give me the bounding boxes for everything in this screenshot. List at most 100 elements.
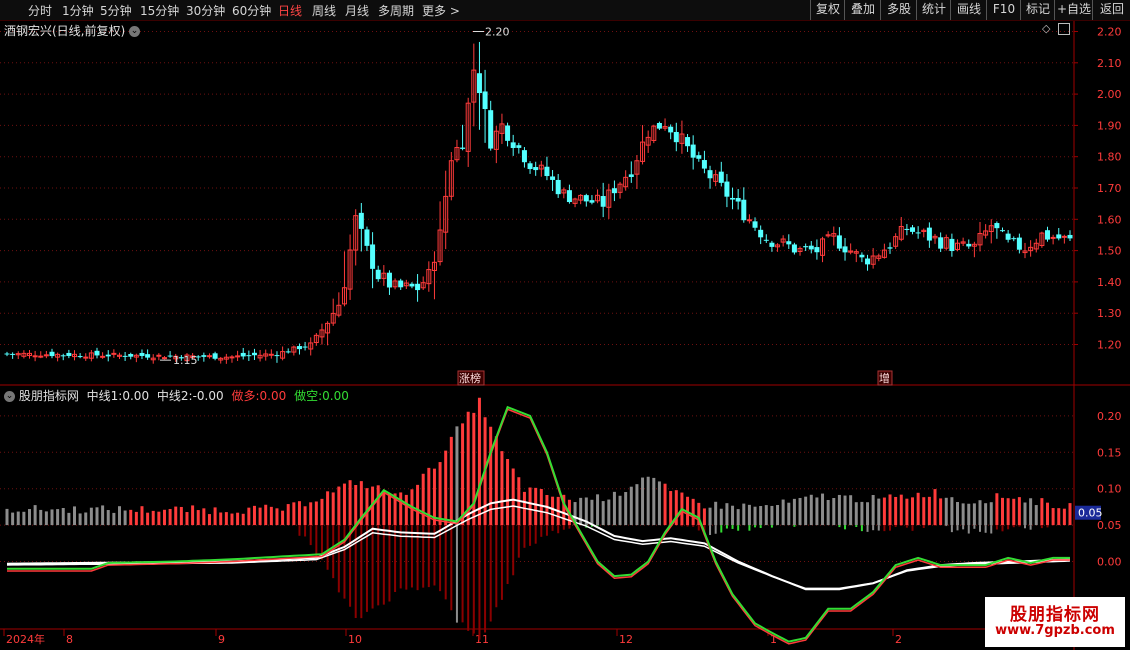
candle-body-down <box>296 346 302 350</box>
stock-title[interactable]: 酒钢宏兴(日线,前复权) ⌄ <box>4 22 141 39</box>
toolbar-button-4[interactable]: 画线 <box>950 0 987 20</box>
candle-body-down <box>550 176 556 180</box>
candle-body-down <box>741 199 747 221</box>
chevron-down-icon[interactable]: ⌄ <box>4 391 15 402</box>
toolbar-button-8[interactable]: 返回 <box>1092 0 1130 20</box>
watermark-url: www.7gpzb.com <box>995 623 1115 638</box>
candle-body-down <box>859 254 865 258</box>
candle-body-down <box>904 228 910 230</box>
candle-body-down <box>803 246 809 248</box>
period-tab-5[interactable]: 60分钟 <box>232 2 271 19</box>
candle-body-down <box>505 125 511 141</box>
indicator-tick-label: 0.05 <box>1097 519 1122 532</box>
candle-body-down <box>375 269 381 280</box>
candle-body-down <box>600 196 606 207</box>
min-price-label: 1.15 <box>173 354 198 367</box>
price-tick-label: 1.50 <box>1097 245 1122 258</box>
price-tick-label: 1.90 <box>1097 119 1122 132</box>
candle-body-down <box>566 190 572 203</box>
period-tab-10[interactable]: 更多 > <box>422 2 460 19</box>
candle-body-down <box>201 355 207 357</box>
stock-title-text: 酒钢宏兴(日线,前复权) <box>4 24 126 38</box>
price-tick-label: 2.10 <box>1097 57 1122 70</box>
candle-body-down <box>128 354 134 357</box>
mid1-value: 0.00 <box>122 389 150 403</box>
long-label: 做多: <box>231 389 260 403</box>
candle-body-down <box>966 243 972 247</box>
candle-body-down <box>302 346 308 348</box>
time-tick-label: 11 <box>475 633 489 646</box>
indicator-name[interactable]: 股朋指标网 <box>19 389 79 403</box>
candle-body-up <box>1061 235 1067 238</box>
toolbar-button-0[interactable]: 复权 <box>810 0 845 20</box>
candle-body-down <box>758 229 764 238</box>
toolbar-button-2[interactable]: 多股 <box>880 0 917 20</box>
candle-body-down <box>611 188 617 194</box>
toolbar-button-3[interactable]: 统计 <box>916 0 951 20</box>
candle-body-down <box>139 352 145 356</box>
chevron-down-icon[interactable]: ⌄ <box>129 26 141 37</box>
short-label: 做空: <box>294 389 323 403</box>
red-signal-line <box>7 408 1070 645</box>
candle-body-down <box>488 110 494 149</box>
period-tab-8[interactable]: 月线 <box>345 2 369 19</box>
candle-body-up <box>229 356 235 359</box>
candle-body-down <box>763 239 769 241</box>
candle-body-up <box>746 219 752 222</box>
candle-body-up <box>268 353 274 356</box>
current-value-label: 0.05 <box>1078 507 1103 520</box>
candle-body-down <box>386 272 392 288</box>
time-tick-label: 8 <box>66 633 73 646</box>
candle-body-down <box>122 355 128 357</box>
period-tab-9[interactable]: 多周期 <box>378 2 414 19</box>
candle-body-down <box>544 166 550 177</box>
candle-body-down <box>1016 237 1022 250</box>
candle-body-down <box>836 235 842 249</box>
event-tag-label: 涨榜 <box>459 371 481 385</box>
candle-body-down <box>409 283 415 287</box>
candle-body-up <box>111 352 117 355</box>
candle-body-down <box>212 353 218 359</box>
candle-body-down <box>791 244 797 253</box>
indicator-tick-label: 0.00 <box>1097 556 1122 569</box>
candle-body-down <box>938 237 944 249</box>
candle-body-up <box>32 355 38 358</box>
period-tab-7[interactable]: 周线 <box>312 2 336 19</box>
period-toolbar: 分时 1分钟 5分钟 15分钟 30分钟 60分钟 日线 周线 月线 多周期 更多 > 复权 叠加 多股统… <box>0 0 1130 21</box>
toolbar-button-5[interactable]: F10 <box>986 0 1021 20</box>
panel-toggle-icon[interactable] <box>1058 23 1070 35</box>
period-tab-1[interactable]: 1分钟 <box>62 2 94 19</box>
toolbar-button-7[interactable]: +自选 <box>1054 0 1093 20</box>
price-tick-label: 1.70 <box>1097 182 1122 195</box>
candle-body-down <box>1005 233 1011 240</box>
candle-body-down <box>685 137 691 147</box>
toolbar-button-6[interactable]: 标记 <box>1020 0 1055 20</box>
candle-body-down <box>77 356 83 358</box>
diamond-icon[interactable]: ◇ <box>1042 22 1050 35</box>
candle-body-down <box>673 131 679 143</box>
price-tick-label: 1.60 <box>1097 213 1122 226</box>
period-tab-2[interactable]: 5分钟 <box>100 2 132 19</box>
candle-body-down <box>718 171 724 183</box>
period-tab-4[interactable]: 30分钟 <box>186 2 225 19</box>
candle-body-down <box>949 238 955 252</box>
time-tick-label: 2024年 <box>6 632 45 646</box>
price-tick-label: 1.30 <box>1097 307 1122 320</box>
indicator-legend: ⌄ 股朋指标网 中线1:0.00 中线2:-0.00 做多:0.00 做空:0.… <box>4 387 349 404</box>
candle-body-up <box>161 357 167 360</box>
watermark-logo: 股朋指标网 www.7gpzb.com <box>985 597 1125 647</box>
candle-body-down <box>707 170 713 179</box>
period-tab-3[interactable]: 15分钟 <box>140 2 179 19</box>
period-tab-0[interactable]: 分时 <box>28 2 52 19</box>
candle-body-down <box>94 350 100 356</box>
candle-body-up <box>100 355 106 358</box>
candle-body-down <box>994 223 1000 229</box>
toolbar-button-1[interactable]: 叠加 <box>844 0 881 20</box>
period-tab-6[interactable]: 日线 <box>278 2 302 19</box>
candle-body-down <box>516 145 522 148</box>
candle-body-up <box>206 355 212 358</box>
price-tick-label: 1.40 <box>1097 276 1122 289</box>
candle-body-up <box>38 355 44 358</box>
time-tick-label: 12 <box>619 633 633 646</box>
candle-body-down <box>583 195 589 202</box>
